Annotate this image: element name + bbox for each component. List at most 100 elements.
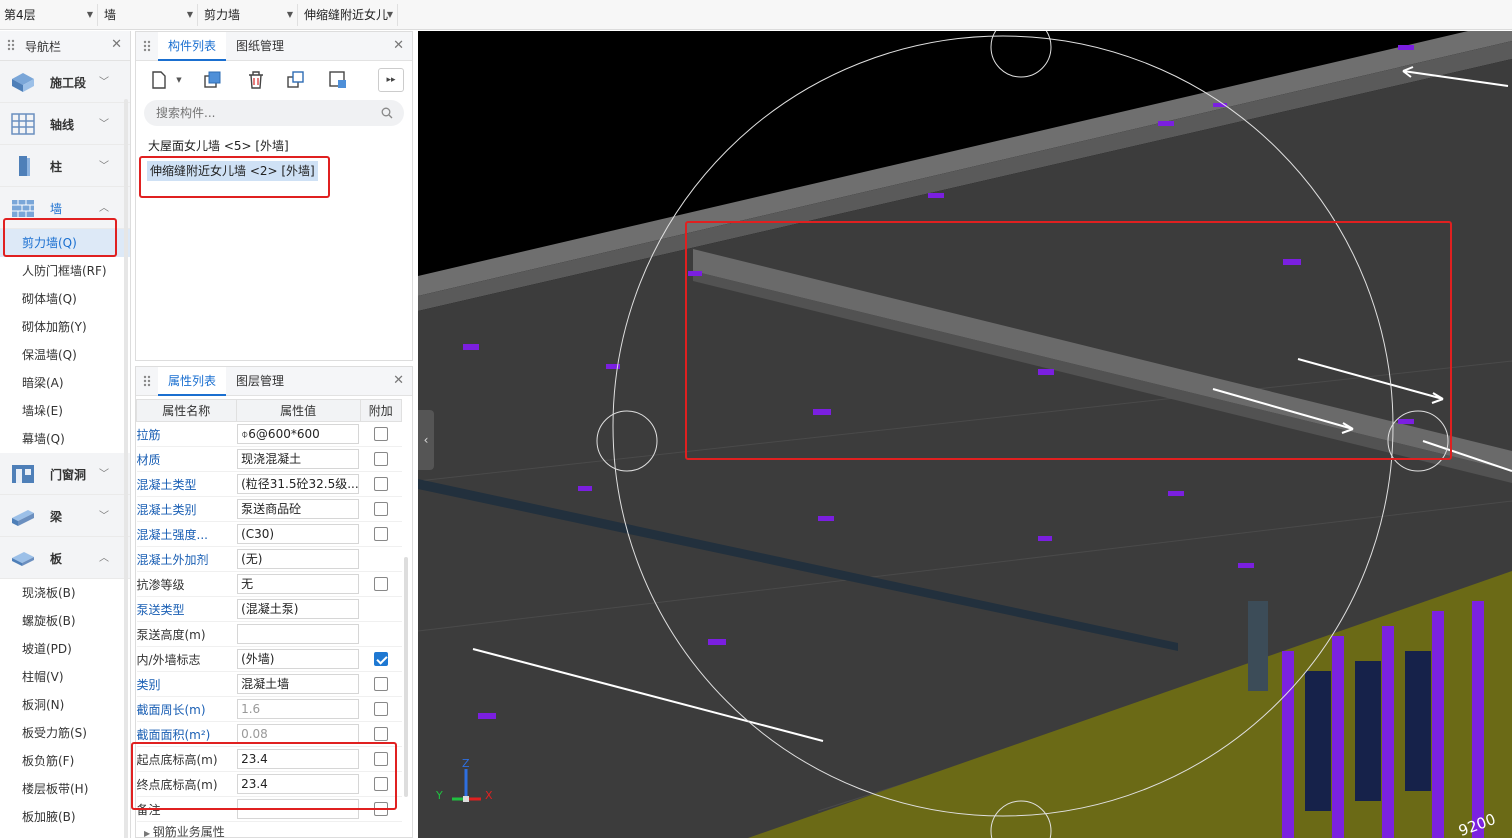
nav-cat-column[interactable]: 柱 ﹀ [0, 145, 130, 187]
navigation-panel: 导航栏 ✕ 施工段 ﹀ 轴线 ﹀ 柱 ﹀ 墙 ︿ 剪力墙(Q) 人防门框墙(RF) 砌体… [0, 31, 131, 838]
tab-drawing-manage[interactable]: 图纸管理 [226, 32, 294, 61]
chevron-down-icon: ﹀ [99, 77, 109, 88]
property-value-field[interactable]: (外墙) [237, 649, 360, 669]
tab-layer-manage[interactable]: 图层管理 [226, 367, 294, 396]
stage-icon [12, 73, 34, 92]
type-select[interactable]: 墙 ▼ [100, 4, 198, 26]
highlight-box [131, 742, 397, 810]
door-window-icon [12, 465, 34, 483]
nav-item-slab-haunch[interactable]: 板加腋(B) [0, 803, 130, 831]
extra-checkbox[interactable] [373, 452, 388, 466]
property-value-field[interactable]: 泵送商品砼 [237, 499, 360, 519]
property-value-field: 1.6 [237, 699, 360, 719]
tab-property-list[interactable]: 属性列表 [158, 367, 227, 396]
component-panel-header: 构件列表 图纸管理 ✕ [136, 32, 412, 61]
nav-item-spiral-slab[interactable]: 螺旋板(B) [0, 607, 130, 635]
property-value-field[interactable] [237, 624, 360, 644]
property-value-field[interactable]: 混凝土墙 [237, 674, 360, 694]
floor-copy-icon [329, 71, 346, 88]
property-row: 混凝土类别 泵送商品砼 [136, 496, 402, 522]
more-button[interactable]: ▸▸ [378, 68, 404, 92]
property-value-field[interactable]: (C30) [237, 524, 360, 544]
floor-copy-button[interactable] [325, 68, 351, 92]
delete-button[interactable] [243, 68, 269, 92]
property-value-field[interactable]: (粒径31.5砼32.5级... [237, 474, 360, 494]
properties-panel-header: 属性列表 图层管理 ✕ [136, 367, 412, 396]
pin-icon[interactable] [142, 375, 152, 389]
axis-gizmo: Z X Y [436, 757, 496, 809]
subtype-select[interactable]: 剪力墙 ▼ [200, 4, 298, 26]
nav-cat-stage[interactable]: 施工段 ﹀ [0, 61, 130, 103]
collapse-panel-button[interactable]: ‹ [418, 410, 434, 470]
col-header-name: 属性名称 [136, 399, 237, 422]
beam-icon [12, 510, 34, 526]
extra-checkbox-checked[interactable] [373, 652, 388, 666]
nav-item-slab-main-rebar[interactable]: 板受力筋(S) [0, 719, 130, 747]
pin-icon[interactable] [142, 40, 152, 54]
extra-checkbox[interactable] [373, 677, 388, 691]
axis-x-label: X [485, 789, 493, 802]
chevron-down-icon: ▼ [86, 10, 93, 19]
chevron-up-icon: ︿ [99, 203, 109, 214]
property-row: 内/外墙标志 (外墙) [136, 646, 402, 672]
nav-header: 导航栏 ✕ [0, 31, 130, 61]
close-icon[interactable]: ✕ [393, 38, 404, 53]
extra-checkbox[interactable] [373, 702, 388, 716]
nav-cat-axis[interactable]: 轴线 ﹀ [0, 103, 130, 145]
property-value-field[interactable]: (混凝土泵) [237, 599, 360, 619]
nav-item-hidden-beam[interactable]: 暗梁(A) [0, 369, 130, 397]
props-scrollbar[interactable] [404, 557, 408, 797]
nav-item-slab-hole[interactable]: 板洞(N) [0, 691, 130, 719]
property-value-field[interactable]: (无) [237, 549, 360, 569]
layer-copy-button[interactable] [283, 68, 309, 92]
component-item[interactable]: 大屋面女儿墙 <5> [外墙] [148, 136, 289, 156]
nav-item-cast-slab[interactable]: 现浇板(B) [0, 579, 130, 607]
group-rebar-props[interactable]: ▶ 钢筋业务属性 [144, 823, 225, 840]
nav-cat-beam[interactable]: 梁 ﹀ [0, 495, 130, 537]
pin-icon[interactable] [6, 39, 16, 53]
nav-item-masonry-rebar[interactable]: 砌体加筋(Y) [0, 313, 130, 341]
extra-checkbox[interactable] [373, 502, 388, 516]
extra-checkbox[interactable] [373, 427, 388, 441]
nav-scrollbar[interactable] [124, 99, 128, 838]
property-value-field[interactable]: ⌽6@600*600 [237, 424, 360, 444]
axis-y-label: Y [436, 789, 443, 802]
extra-checkbox[interactable] [373, 577, 388, 591]
search-icon[interactable] [381, 107, 393, 119]
floor-select[interactable]: 第4层 ▼ [0, 4, 98, 26]
extra-checkbox[interactable] [373, 477, 388, 491]
component-search-input[interactable] [144, 100, 404, 126]
property-value-field: 0.08 [237, 724, 360, 744]
copy-button[interactable] [200, 68, 226, 92]
nav-item-curtain-wall[interactable]: 幕墙(Q) [0, 425, 130, 453]
nav-item-column-cap[interactable]: 柱帽(V) [0, 663, 130, 691]
chevron-down-icon: ▼ [386, 10, 393, 19]
chevron-left-icon: ‹ [423, 433, 429, 447]
new-component-button[interactable] [146, 68, 172, 92]
highlight-box [685, 221, 1452, 460]
col-header-extra: 附加 [359, 399, 403, 422]
slab-icon [12, 552, 34, 566]
nav-item-masonry-wall[interactable]: 砌体墙(Q) [0, 285, 130, 313]
nav-item-wall-pier[interactable]: 墙垛(E) [0, 397, 130, 425]
extra-checkbox[interactable] [373, 727, 388, 741]
nav-item-floor-strip[interactable]: 楼层板带(H) [0, 775, 130, 803]
nav-cat-slab[interactable]: 板 ︿ [0, 537, 130, 579]
component-select[interactable]: 伸缩缝附近女儿 ▼ [300, 4, 398, 26]
close-icon[interactable]: ✕ [111, 37, 122, 52]
chevron-up-icon: ︿ [99, 553, 109, 564]
close-icon[interactable]: ✕ [393, 373, 404, 388]
tab-component-list[interactable]: 构件列表 [158, 32, 227, 61]
property-value-field[interactable]: 现浇混凝土 [237, 449, 360, 469]
nav-cat-opening[interactable]: 门窗洞 ﹀ [0, 453, 130, 495]
chevron-down-icon: ﹀ [99, 161, 109, 172]
property-value-field[interactable]: 无 [237, 574, 360, 594]
nav-item-civil-defense-wall[interactable]: 人防门框墙(RF) [0, 257, 130, 285]
chevron-down-icon: ﹀ [99, 469, 109, 480]
chevron-right-icon: ▶ [144, 829, 153, 838]
extra-checkbox[interactable] [373, 527, 388, 541]
nav-item-slab-negative-rebar[interactable]: 板负筋(F) [0, 747, 130, 775]
nav-item-insulation-wall[interactable]: 保温墙(Q) [0, 341, 130, 369]
nav-item-ramp[interactable]: 坡道(PD) [0, 635, 130, 663]
new-dropdown-button[interactable]: ▼ [172, 68, 186, 92]
